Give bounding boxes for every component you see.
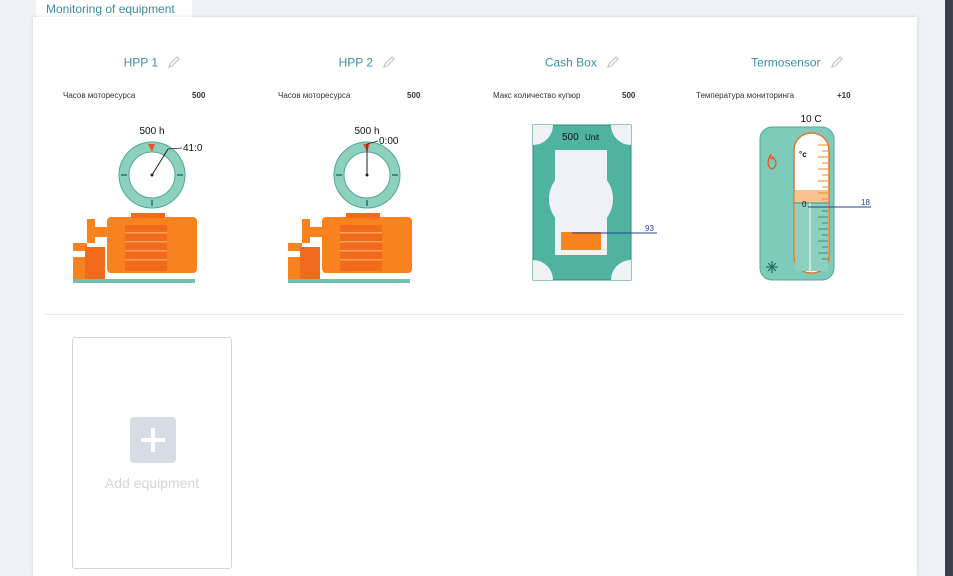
thermometer-illustration: 10 C °c 0 18 bbox=[759, 114, 871, 281]
equipment-card-hpp1[interactable]: HPP 1 Часов моторесурса 500 500 h 41:0 bbox=[45, 17, 260, 307]
section-divider bbox=[45, 314, 905, 315]
cashbox-capacity: 500 bbox=[562, 132, 579, 143]
cashbox-fill bbox=[561, 232, 601, 250]
card-title: Termosensor bbox=[690, 55, 905, 72]
param-value: +10 bbox=[837, 91, 851, 100]
gauge-readout: 0:00 bbox=[379, 136, 399, 147]
param-label: Макс количество купюр bbox=[493, 91, 581, 100]
tab-monitoring[interactable]: Monitoring of equipment bbox=[36, 0, 192, 18]
plus-icon bbox=[130, 417, 176, 463]
param-label: Температура мониторинга bbox=[696, 91, 795, 100]
thermo-label: 10 C bbox=[800, 114, 821, 125]
param-value: 500 bbox=[622, 91, 636, 100]
card-title: HPP 2 bbox=[260, 55, 475, 72]
cashbox-illustration: 500 Unit 93 bbox=[532, 124, 657, 281]
gauge-label: 500 h bbox=[139, 126, 164, 137]
card-title-label: Cash Box bbox=[544, 55, 597, 70]
edit-pencil-icon[interactable] bbox=[606, 55, 620, 72]
param-value: 500 bbox=[407, 91, 421, 100]
gauge-readout: 41:0 bbox=[183, 143, 203, 154]
pump-illustration: 500 h 0:00 bbox=[288, 126, 412, 283]
add-equipment-label: Add equipment bbox=[104, 475, 200, 491]
cashbox-readout: 93 bbox=[645, 224, 654, 233]
param-label: Часов моторесурса bbox=[278, 91, 351, 100]
equipment-card-termosensor[interactable]: Termosensor Температура мониторинга +10 … bbox=[690, 17, 905, 307]
thermo-zero: 0 bbox=[802, 200, 807, 209]
pump-motor bbox=[288, 213, 412, 283]
thermo-unit: °c bbox=[799, 150, 807, 159]
equipment-card-hpp2[interactable]: HPP 2 Часов моторесурса 500 500 h 0:00 bbox=[260, 17, 475, 307]
equipment-card-cashbox[interactable]: Cash Box Макс количество купюр 500 500 U… bbox=[475, 17, 690, 307]
card-title-label: HPP 1 bbox=[123, 55, 159, 70]
window-edge bbox=[945, 0, 953, 576]
edit-pencil-icon[interactable] bbox=[167, 55, 181, 72]
param-value: 500 bbox=[192, 91, 206, 100]
pump-illustration: 500 h 41:0 bbox=[73, 126, 203, 283]
monitoring-panel: HPP 1 Часов моторесурса 500 500 h 41:0 H… bbox=[33, 17, 917, 576]
gauge-label: 500 h bbox=[354, 126, 379, 137]
edit-pencil-icon[interactable] bbox=[382, 55, 396, 72]
thermo-readout: 18 bbox=[861, 198, 870, 207]
card-title-label: Termosensor bbox=[751, 55, 821, 70]
card-title-label: HPP 2 bbox=[338, 55, 374, 70]
card-title: Cash Box bbox=[475, 55, 690, 72]
cashbox-unit: Unit bbox=[585, 133, 600, 142]
param-label: Часов моторесурса bbox=[63, 91, 136, 100]
add-equipment-button[interactable]: Add equipment bbox=[72, 337, 232, 569]
card-title: HPP 1 bbox=[45, 55, 260, 72]
pump-motor bbox=[73, 213, 197, 283]
edit-pencil-icon[interactable] bbox=[830, 55, 844, 72]
